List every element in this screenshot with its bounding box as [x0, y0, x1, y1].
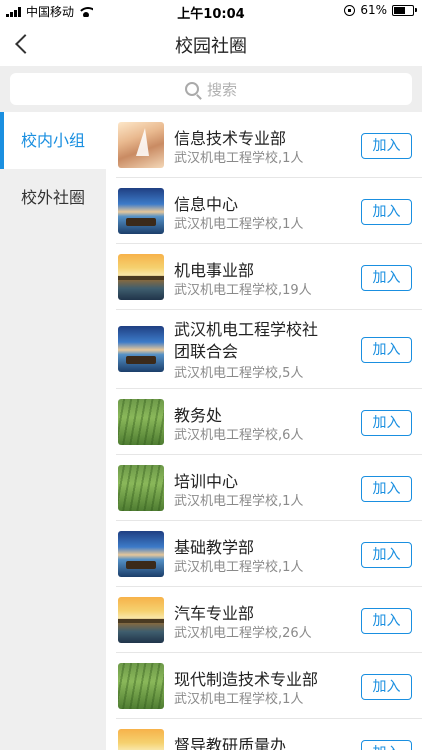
group-meta: 武汉机电工程学校,1人	[174, 217, 304, 232]
battery-icon	[392, 4, 417, 16]
list-item[interactable]: 现代制造技术专业部 武汉机电工程学校,1人 加入	[116, 653, 422, 719]
group-meta: 武汉机电工程学校,1人	[174, 692, 304, 707]
join-button[interactable]: 加入	[361, 199, 412, 225]
group-name: 督导教研质量办	[174, 736, 287, 750]
group-avatar	[118, 326, 164, 372]
group-avatar	[118, 597, 164, 643]
list-item[interactable]: 信息中心 武汉机电工程学校,1人 加入	[116, 178, 422, 244]
sidebar-item-label: 校内小组	[21, 131, 86, 150]
group-meta: 武汉机电工程学校,19人	[174, 283, 312, 298]
list-item[interactable]: 武汉机电工程学校社团联合会 武汉机电工程学校,5人 加入	[116, 310, 422, 389]
group-meta: 武汉机电工程学校,1人	[174, 494, 304, 509]
group-name: 培训中心	[174, 472, 239, 491]
status-bar: 中国移动 上午10:04 61%	[0, 0, 422, 22]
group-meta: 武汉机电工程学校,1人	[174, 560, 304, 575]
group-list: 信息技术专业部 武汉机电工程学校,1人 加入 信息中心 武汉机电工程学校,1人 …	[106, 112, 422, 750]
sidebar: 校内小组 校外社圈	[0, 112, 106, 750]
group-name: 现代制造技术专业部	[174, 670, 319, 689]
status-right: 61%	[344, 3, 417, 17]
list-item[interactable]: 培训中心 武汉机电工程学校,1人 加入	[116, 455, 422, 521]
group-meta: 武汉机电工程学校,6人	[174, 428, 304, 443]
search-area: 搜索	[0, 66, 422, 112]
group-meta: 武汉机电工程学校,5人	[174, 366, 304, 381]
group-name: 汽车专业部	[174, 604, 255, 623]
join-button[interactable]: 加入	[361, 133, 412, 159]
orientation-lock-icon	[344, 4, 356, 16]
battery-percent: 61%	[360, 3, 387, 17]
sidebar-item-campus-groups[interactable]: 校内小组	[0, 112, 106, 169]
search-input[interactable]: 搜索	[10, 73, 412, 105]
list-item[interactable]: 信息技术专业部 武汉机电工程学校,1人 加入	[116, 112, 422, 178]
group-avatar	[118, 729, 164, 750]
group-meta: 武汉机电工程学校,26人	[174, 626, 312, 641]
list-item[interactable]: 汽车专业部 武汉机电工程学校,26人 加入	[116, 587, 422, 653]
list-item[interactable]: 机电事业部 武汉机电工程学校,19人 加入	[116, 244, 422, 310]
group-name: 教务处	[174, 406, 223, 425]
join-button[interactable]: 加入	[361, 608, 412, 634]
group-avatar	[118, 399, 164, 445]
join-button[interactable]: 加入	[361, 674, 412, 700]
join-button[interactable]: 加入	[361, 410, 412, 436]
group-name: 机电事业部	[174, 261, 255, 280]
join-button[interactable]: 加入	[361, 337, 412, 363]
group-avatar	[118, 188, 164, 234]
join-button[interactable]: 加入	[361, 740, 412, 750]
group-name: 信息技术专业部	[174, 129, 287, 148]
sidebar-item-external-circles[interactable]: 校外社圈	[0, 169, 106, 226]
page-title: 校园社圈	[175, 36, 247, 57]
join-button[interactable]: 加入	[361, 265, 412, 291]
group-name: 基础教学部	[174, 538, 255, 557]
search-icon	[184, 82, 199, 96]
list-item[interactable]: 督导教研质量办 加入	[116, 719, 422, 750]
group-avatar	[118, 254, 164, 300]
search-placeholder: 搜索	[206, 80, 237, 99]
list-item[interactable]: 基础教学部 武汉机电工程学校,1人 加入	[116, 521, 422, 587]
sidebar-item-label: 校外社圈	[21, 188, 86, 207]
group-avatar	[118, 531, 164, 577]
group-name: 武汉机电工程学校社团联合会	[174, 320, 319, 361]
join-button[interactable]: 加入	[361, 476, 412, 502]
join-button[interactable]: 加入	[361, 542, 412, 568]
group-avatar	[118, 465, 164, 511]
nav-bar: 校园社圈	[0, 22, 422, 66]
group-avatar	[118, 122, 164, 168]
list-item[interactable]: 教务处 武汉机电工程学校,6人 加入	[116, 389, 422, 455]
group-meta: 武汉机电工程学校,1人	[174, 151, 304, 166]
group-avatar	[118, 663, 164, 709]
group-name: 信息中心	[174, 195, 239, 214]
